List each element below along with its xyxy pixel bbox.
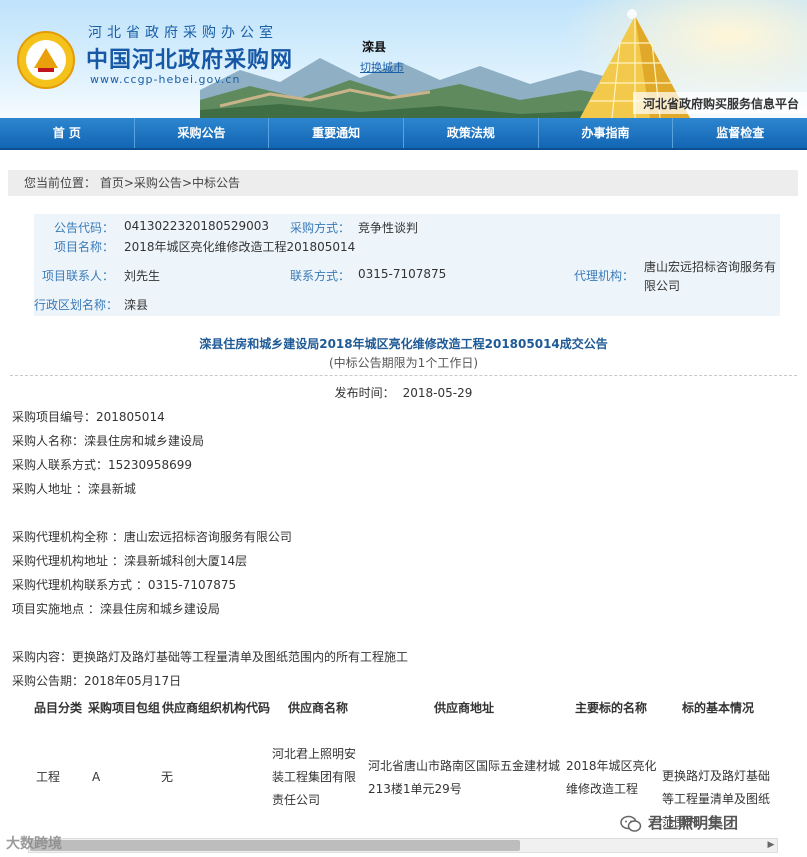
article-line: 采购人联系方式：15230958699 — [12, 458, 192, 472]
gov-procurement-logo-icon — [17, 31, 75, 89]
region-label: 行政区划名称： — [34, 298, 119, 312]
table-header-cell: 品目分类 — [33, 701, 82, 715]
wechat-icon — [620, 815, 642, 832]
publish-time-label: 发布时间： — [334, 386, 395, 400]
project-label: 项目名称： — [53, 240, 114, 254]
publish-time: 发布时间： 2018-05-29 — [0, 384, 807, 401]
method-label: 采购方式： — [289, 221, 350, 235]
divider — [10, 375, 797, 376]
watermark-right-text: 君上照明集团 — [648, 814, 739, 832]
project-value: 2018年城区亮化维修改造工程201805014 — [124, 240, 356, 254]
breadcrumb-separator: > — [123, 176, 134, 190]
breadcrumb-separator: > — [181, 176, 192, 190]
table-header-row: 品目分类 采购项目包组 供应商组织机构代码 供应商名称 供应商地址 主要标的名称… — [28, 696, 778, 721]
nav-policies[interactable]: 政策法规 — [404, 118, 539, 148]
site-header-banner: 河北省政府采购办公室 中国河北政府采购网 www.ccgp-hebei.gov.… — [0, 0, 807, 118]
table-header-cell: 供应商地址 — [433, 701, 494, 715]
breadcrumb-section[interactable]: 采购公告 — [134, 176, 182, 190]
table-header-cell: 供应商组织机构代码 — [161, 701, 270, 715]
code-label: 公告代码： — [53, 221, 114, 235]
switch-city-link[interactable]: 切换城市 — [360, 59, 404, 75]
watermark-left: 大数跨境 — [6, 836, 62, 852]
article-line: 采购项目编号：201805014 — [12, 410, 165, 424]
agency-value: 唐山宏远招标咨询服务有限公司 — [644, 260, 777, 293]
code-value: 0413022320180529003 — [124, 219, 270, 233]
method-value: 竞争性谈判 — [358, 221, 419, 235]
notice-title: 滦县住房和城乡建设局2018年城区亮化维修改造工程201805014成交公告 — [199, 337, 608, 351]
scrollbar-thumb[interactable] — [30, 840, 520, 851]
article-line: 采购代理机构地址 ：滦县新城科创大厦14层 — [12, 554, 248, 568]
breadcrumb-prefix: 您当前位置： — [24, 176, 97, 190]
table-cell: 河北君上照明安装工程集团有限责任公司 — [272, 747, 357, 807]
table-cell: 河北省唐山市路南区国际五金建材城213楼1单元29号 — [368, 758, 561, 796]
nav-important-notices[interactable]: 重要通知 — [269, 118, 405, 148]
table-header-cell: 采购项目包组 — [88, 701, 161, 715]
site-name: 中国河北政府采购网 — [86, 48, 294, 73]
notice-info-box: 公告代码： 0413022320180529003 采购方式： 竞争性谈判 项目… — [34, 214, 780, 316]
notice-subtitle: (中标公告期限为1个工作日) — [329, 356, 478, 370]
table-header-cell: 供应商名称 — [287, 701, 348, 715]
publish-time-value: 2018-05-29 — [402, 386, 473, 400]
breadcrumb-current: 中标公告 — [192, 176, 241, 190]
article-line: 采购内容：更换路灯及路灯基础等工程量清单及图纸范围内的所有工程施工 — [12, 650, 409, 664]
table-cell: 工程 — [36, 770, 61, 784]
office-name: 河北省政府采购办公室 — [88, 25, 278, 41]
article-line: 项目实施地点 ：滦县住房和城乡建设局 — [12, 602, 220, 616]
scroll-right-arrow-icon[interactable]: ▶ — [764, 838, 778, 853]
table-cell: A — [92, 770, 101, 784]
breadcrumb-home[interactable]: 首页 — [100, 176, 124, 190]
table-cell: 无 — [161, 770, 174, 784]
article-line: 采购代理机构联系方式 ：0315-7107875 — [12, 578, 237, 592]
agency-label: 代理机构： — [573, 269, 634, 283]
site-url: www.ccgp-hebei.gov.cn — [90, 73, 241, 86]
platform-tagline: 河北省政府购买服务信息平台 — [632, 92, 807, 114]
article-line: 采购公告期：2018年05月17日 — [12, 674, 182, 688]
article-line: 采购人名称：滦县住房和城乡建设局 — [12, 434, 205, 448]
region-value: 滦县 — [124, 298, 149, 312]
nav-home[interactable]: 首 页 — [0, 118, 135, 148]
phone-value: 0315-7107875 — [358, 267, 447, 281]
contact-label: 项目联系人： — [41, 269, 114, 283]
nav-supervision[interactable]: 监督检查 — [673, 118, 807, 148]
article-line: 采购人地址 ：滦县新城 — [12, 482, 136, 496]
nav-guide[interactable]: 办事指南 — [539, 118, 674, 148]
breadcrumb: 您当前位置： 首页>采购公告>中标公告 — [8, 170, 798, 196]
nav-procurement-notices[interactable]: 采购公告 — [135, 118, 270, 148]
contact-value: 刘先生 — [124, 269, 161, 283]
article-line: 采购代理机构全称 ：唐山宏远招标咨询服务有限公司 — [12, 530, 292, 544]
phone-label: 联系方式： — [289, 269, 350, 283]
main-nav: 首 页 采购公告 重要通知 政策法规 办事指南 监督检查 — [0, 118, 807, 150]
table-header-cell: 主要标的名称 — [574, 701, 647, 715]
table-header-cell: 标的基本情况 — [681, 701, 754, 715]
current-city: 滦县 — [362, 40, 387, 54]
watermark-right: 君上照明集团 — [620, 812, 738, 833]
